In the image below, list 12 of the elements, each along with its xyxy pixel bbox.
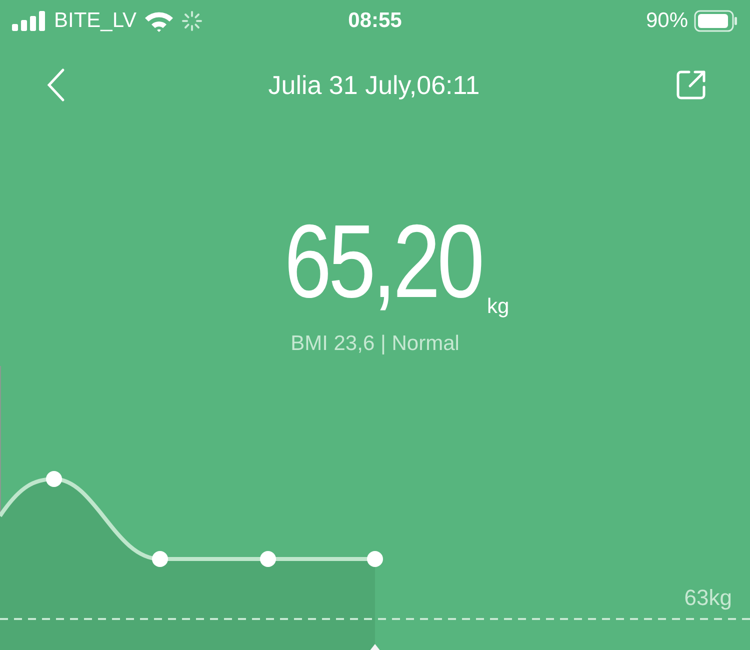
battery-icon: [694, 10, 738, 32]
reference-label: 63kg: [684, 584, 732, 612]
bmi-status: BMI 23,6 | Normal: [290, 331, 460, 357]
nav-title: Julia 31 July,06:11: [268, 68, 480, 102]
signal-icon: [12, 11, 46, 31]
weight-value: 65,20: [284, 212, 482, 312]
loading-icon: [182, 11, 202, 31]
weight-unit: kg: [487, 294, 510, 320]
carrier-name: BITE_LV: [54, 8, 136, 34]
clock: 08:55: [348, 8, 402, 34]
battery-percent: 90%: [646, 8, 688, 34]
wifi-icon: [144, 10, 174, 32]
